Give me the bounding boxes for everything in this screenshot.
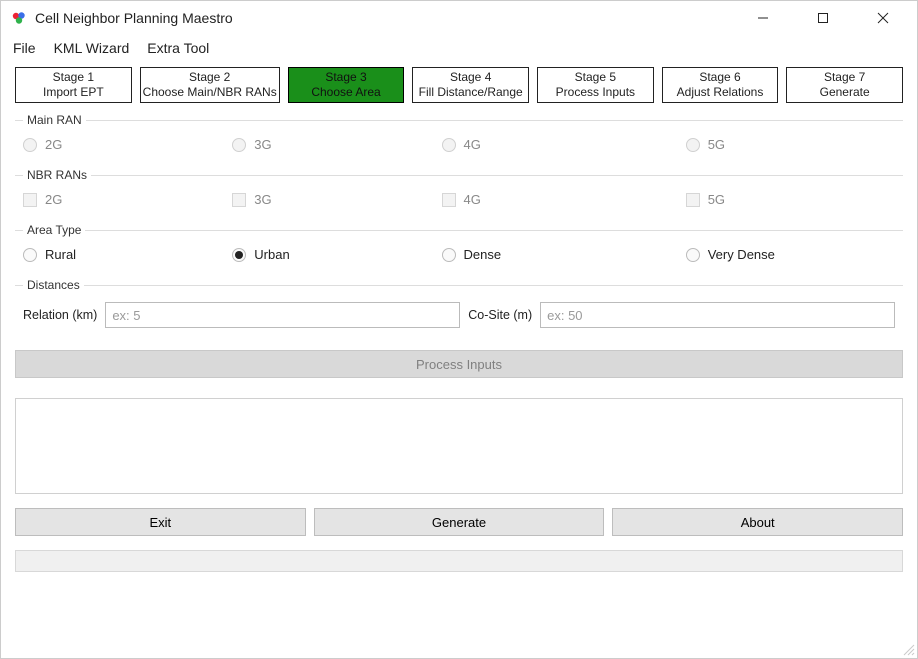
label-main-3g: 3G (254, 137, 271, 152)
maximize-button[interactable] (805, 4, 841, 32)
radio-area-very-dense[interactable] (686, 248, 700, 262)
about-button[interactable]: About (612, 508, 903, 536)
legend-distances: Distances (23, 278, 84, 292)
menu-file[interactable]: File (13, 40, 36, 56)
window-title: Cell Neighbor Planning Maestro (35, 10, 233, 26)
stage-1-import-ept[interactable]: Stage 1 Import EPT (15, 67, 132, 103)
stage-5-process-inputs[interactable]: Stage 5 Process Inputs (537, 67, 654, 103)
output-area (15, 398, 903, 494)
minimize-button[interactable] (745, 4, 781, 32)
group-nbr-rans: NBR RANs 2G 3G 4G 5G (15, 168, 903, 217)
exit-button[interactable]: Exit (15, 508, 306, 536)
group-main-ran: Main RAN 2G 3G 4G 5G (15, 113, 903, 162)
label-nbr-5g: 5G (708, 192, 725, 207)
input-cosite[interactable] (540, 302, 895, 328)
titlebar: Cell Neighbor Planning Maestro (1, 1, 917, 35)
check-nbr-3g (232, 193, 246, 207)
legend-nbr-rans: NBR RANs (23, 168, 91, 182)
close-button[interactable] (865, 4, 901, 32)
label-main-2g: 2G (45, 137, 62, 152)
stage-7-generate[interactable]: Stage 7 Generate (786, 67, 903, 103)
radio-area-dense[interactable] (442, 248, 456, 262)
radio-main-3g (232, 138, 246, 152)
group-area-type: Area Type Rural Urban Dense Very Dense (15, 223, 903, 272)
generate-button[interactable]: Generate (314, 508, 605, 536)
stage-3-choose-area[interactable]: Stage 3 Choose Area (288, 67, 405, 103)
resize-grip-icon[interactable] (901, 642, 915, 656)
label-area-very-dense: Very Dense (708, 247, 775, 262)
label-relation: Relation (km) (23, 308, 97, 322)
label-main-5g: 5G (708, 137, 725, 152)
radio-area-urban[interactable] (232, 248, 246, 262)
progress-bar (15, 550, 903, 572)
radio-main-2g (23, 138, 37, 152)
check-nbr-2g (23, 193, 37, 207)
check-nbr-5g (686, 193, 700, 207)
legend-area-type: Area Type (23, 223, 85, 237)
label-nbr-2g: 2G (45, 192, 62, 207)
radio-main-5g (686, 138, 700, 152)
label-nbr-4g: 4G (464, 192, 481, 207)
label-nbr-3g: 3G (254, 192, 271, 207)
stage-strip: Stage 1 Import EPT Stage 2 Choose Main/N… (15, 67, 903, 103)
radio-main-4g (442, 138, 456, 152)
label-main-4g: 4G (464, 137, 481, 152)
label-area-rural: Rural (45, 247, 76, 262)
app-icon (11, 10, 27, 26)
menu-kml-wizard[interactable]: KML Wizard (54, 40, 130, 56)
window-controls (745, 4, 907, 32)
input-relation[interactable] (105, 302, 460, 328)
label-area-urban: Urban (254, 247, 289, 262)
check-nbr-4g (442, 193, 456, 207)
stage-2-choose-rans[interactable]: Stage 2 Choose Main/NBR RANs (140, 67, 280, 103)
menubar: File KML Wizard Extra Tool (1, 35, 917, 61)
legend-main-ran: Main RAN (23, 113, 86, 127)
label-cosite: Co-Site (m) (468, 308, 532, 322)
menu-extra-tool[interactable]: Extra Tool (147, 40, 209, 56)
stage-6-adjust-relations[interactable]: Stage 6 Adjust Relations (662, 67, 779, 103)
label-area-dense: Dense (464, 247, 502, 262)
group-distances: Distances Relation (km) Co-Site (m) (15, 278, 903, 338)
process-inputs-button: Process Inputs (15, 350, 903, 378)
stage-4-fill-distance[interactable]: Stage 4 Fill Distance/Range (412, 67, 529, 103)
radio-area-rural[interactable] (23, 248, 37, 262)
